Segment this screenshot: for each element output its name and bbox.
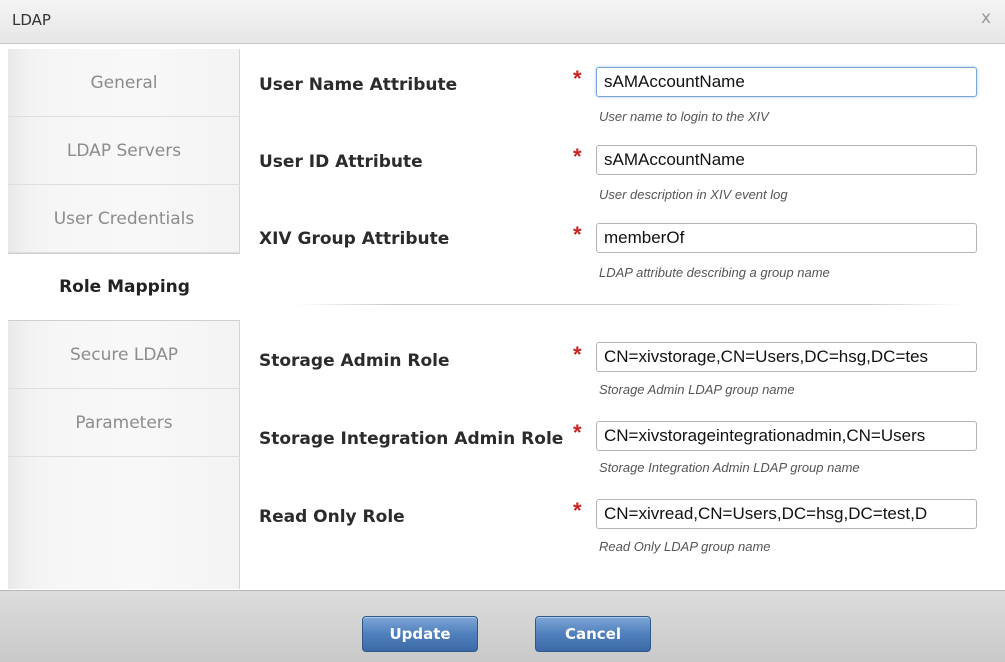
- field-hint: Storage Integration Admin LDAP group nam…: [599, 460, 860, 475]
- field-hint: User name to login to the XIV: [599, 109, 769, 124]
- update-button[interactable]: Update: [362, 616, 478, 652]
- storage-integration-admin-role-input[interactable]: CN=xivstorageintegrationadmin,CN=Users: [596, 421, 977, 451]
- cancel-button[interactable]: Cancel: [535, 616, 651, 652]
- required-marker: *: [573, 498, 582, 523]
- tab-parameters[interactable]: Parameters: [8, 389, 240, 457]
- close-icon[interactable]: x: [981, 8, 991, 28]
- tab-ldap-servers[interactable]: LDAP Servers: [8, 117, 240, 185]
- field-hint: Read Only LDAP group name: [599, 539, 771, 554]
- field-label: User Name Attribute: [259, 75, 458, 95]
- role-mapping-panel: User Name Attribute * sAMAccountName Use…: [240, 49, 1005, 589]
- xiv-group-attribute-input[interactable]: memberOf: [596, 223, 977, 253]
- required-marker: *: [573, 222, 582, 247]
- field-hint: User description in XIV event log: [599, 187, 788, 202]
- dialog-titlebar: LDAP x: [0, 0, 1005, 44]
- sidebar: General LDAP Servers User Credentials Ro…: [8, 49, 241, 589]
- required-marker: *: [573, 66, 582, 91]
- field-label: XIV Group Attribute: [259, 229, 450, 249]
- field-label: Storage Integration Admin Role: [259, 429, 564, 449]
- dialog-title: LDAP: [12, 11, 51, 29]
- dialog-footer: Update Cancel: [0, 590, 1005, 662]
- user-id-attribute-input[interactable]: sAMAccountName: [596, 145, 977, 175]
- field-label: User ID Attribute: [259, 152, 423, 172]
- tab-general[interactable]: General: [8, 49, 240, 117]
- storage-admin-role-input[interactable]: CN=xivstorage,CN=Users,DC=hsg,DC=tes: [596, 342, 977, 372]
- required-marker: *: [573, 420, 582, 445]
- tab-secure-ldap[interactable]: Secure LDAP: [8, 321, 240, 389]
- tab-role-mapping[interactable]: Role Mapping: [8, 253, 241, 321]
- ldap-dialog: LDAP x General LDAP Servers User Credent…: [0, 0, 1005, 662]
- field-hint: Storage Admin LDAP group name: [599, 382, 795, 397]
- field-hint: LDAP attribute describing a group name: [599, 265, 830, 280]
- section-divider: [295, 304, 963, 305]
- field-label: Read Only Role: [259, 507, 405, 527]
- read-only-role-input[interactable]: CN=xivread,CN=Users,DC=hsg,DC=test,D: [596, 499, 977, 529]
- required-marker: *: [573, 342, 582, 367]
- tab-user-credentials[interactable]: User Credentials: [8, 185, 240, 253]
- field-label: Storage Admin Role: [259, 351, 450, 371]
- user-name-attribute-input[interactable]: sAMAccountName: [596, 67, 977, 97]
- required-marker: *: [573, 144, 582, 169]
